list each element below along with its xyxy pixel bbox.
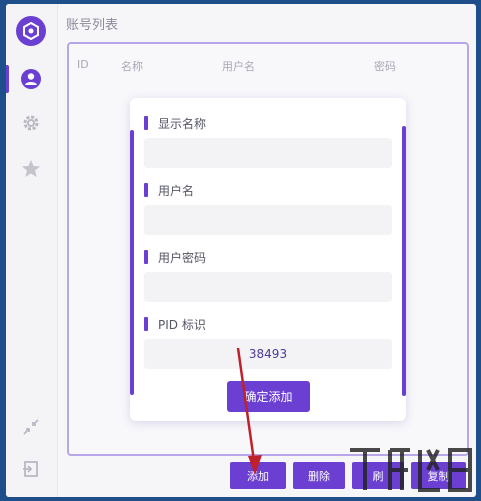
user-icon[interactable] — [18, 66, 44, 92]
pid-input[interactable] — [144, 339, 392, 369]
username-label: 用户名 — [144, 182, 194, 198]
label-marker — [144, 183, 148, 197]
label-marker — [144, 250, 148, 264]
logo-icon — [16, 16, 46, 46]
refresh-button[interactable]: 刷 — [352, 462, 404, 489]
password-label: 用户密码 — [144, 249, 206, 265]
star-icon[interactable] — [18, 156, 44, 182]
delete-button[interactable]: 删除 — [293, 462, 345, 489]
username-input[interactable] — [144, 205, 392, 235]
username-label-text: 用户名 — [158, 183, 195, 198]
confirm-add-button[interactable]: 确定添加 — [227, 381, 310, 412]
add-account-dialog: 显示名称 用户名 用户密码 PID 标识 确定添加 — [130, 98, 406, 421]
dialog-accent-right — [402, 126, 406, 396]
display-name-label: 显示名称 — [144, 115, 206, 131]
col-password: 密码 — [374, 60, 396, 73]
password-input[interactable] — [144, 272, 392, 302]
label-marker — [144, 116, 148, 130]
pid-label-text: PID 标识 — [158, 317, 206, 332]
col-id: ID — [77, 58, 89, 71]
exit-icon[interactable] — [18, 456, 44, 482]
gear-icon[interactable] — [18, 110, 44, 136]
copy-button[interactable]: 复制 — [411, 462, 466, 489]
dialog-accent-left — [130, 130, 134, 395]
password-label-text: 用户密码 — [158, 250, 207, 265]
display-name-label-text: 显示名称 — [158, 116, 207, 131]
shrink-icon[interactable] — [18, 414, 44, 440]
pid-label: PID 标识 — [144, 316, 206, 332]
label-marker — [144, 317, 148, 331]
add-button[interactable]: 添加 — [230, 462, 286, 489]
display-name-input[interactable] — [144, 138, 392, 168]
app-window: 账号列表 ID 名称 用户名 密码 显示名称 用户名 用户密码 PID 标识 3… — [6, 4, 476, 497]
sidebar — [6, 4, 58, 497]
table-header: ID 名称 用户名 密码 — [69, 58, 467, 76]
col-name: 名称 — [121, 60, 143, 73]
col-username: 用户名 — [222, 60, 255, 73]
active-indicator — [6, 65, 9, 93]
page-title: 账号列表 — [66, 18, 119, 33]
